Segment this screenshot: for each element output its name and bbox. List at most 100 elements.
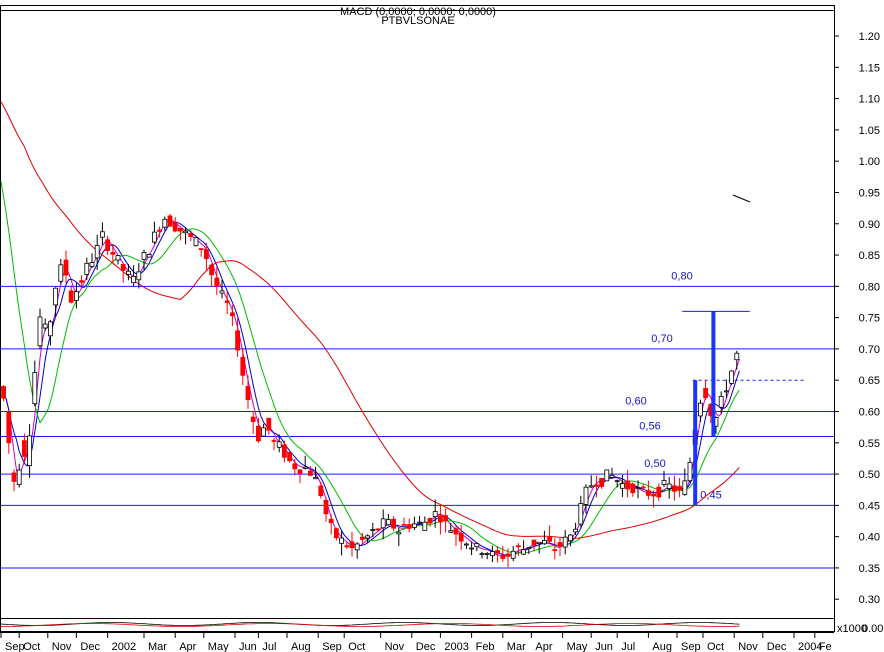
candle-body [157,229,163,232]
candle-body [1,386,7,399]
candle-body [672,485,677,492]
candle-body [370,529,376,531]
range-bar [711,311,716,437]
stray-mark [732,194,751,203]
candle-body [89,262,95,267]
y-tick-label: 0.90 [859,219,880,231]
x-tick-label: Nov [52,641,72,652]
candle-body [74,291,79,301]
range-bar [693,380,698,506]
y-tick-label: 1.20 [859,31,880,43]
candle-body [203,249,209,260]
candle-body [614,480,620,483]
candle-body [16,469,22,486]
candle-body [79,280,84,283]
candle-body [302,466,308,469]
oscillator-panel [0,618,835,632]
candle-body [339,537,345,544]
candle-body [42,323,48,329]
x-tick-label: Fe [819,641,832,652]
candle-body [188,233,194,238]
x-tick-label: Dec [416,641,436,652]
x-tick-label: 2002 [112,641,136,652]
candle-body [630,483,636,494]
candle-body [11,472,17,482]
y-tick-label: 1.15 [859,62,880,74]
y-tick-label: 0.45 [859,500,880,512]
candle-body [344,545,350,548]
candle-body [495,550,501,554]
oscillator-value-label: 0.00 [862,623,883,635]
y-tick-label: 0.95 [859,187,880,199]
candle-body [333,528,339,539]
candle-body [151,231,157,243]
x-tick-label: Jun [595,641,613,652]
candle-body [37,316,43,347]
candle-body [609,474,615,478]
y-tick-label: 0.70 [859,344,880,356]
candle-body [146,254,152,258]
level-label: 0,45 [700,489,721,501]
candle-body [531,539,537,546]
candle-body [401,523,407,526]
candle-body [323,499,329,515]
level-label: 0,70 [651,333,672,345]
candle-body [126,270,131,275]
candle-body [411,523,417,528]
x-tick-label: May [208,641,229,652]
candle-body [677,486,682,491]
x-tick-label: Aug [652,641,672,652]
candle-body [573,528,578,533]
candle-body [167,215,173,227]
candle-body [427,518,433,524]
level-label: 0,80 [671,270,692,282]
candle-body [281,444,287,458]
candle-body [443,515,449,522]
candle-body [193,237,199,247]
candle-body [115,255,121,261]
candle-body [536,541,542,545]
candle-body [219,290,225,294]
candle-body [562,536,568,548]
candle-body [21,440,27,457]
candle-body [729,370,734,384]
candle-body [245,386,251,401]
candle-body [510,550,516,559]
x-tick-label: Jul [262,641,276,652]
candle-body [594,484,599,487]
candle-body [547,536,552,542]
candle-body [682,480,688,495]
candle-body [266,417,272,431]
candle-body [172,221,178,232]
y-tick-label: 0.85 [859,250,880,262]
x-tick-label: Mar [148,641,167,652]
candle-body [162,218,168,228]
candle-body [542,539,547,545]
candle-body [463,543,469,546]
candle-body [58,264,64,282]
ma-long-line [0,101,740,539]
stock-chart: MACD (0,0000; 0,0000; 0,0000) PTBVLSONAE… [0,5,883,652]
ma-green-line [0,181,740,554]
y-tick-label: 0.80 [859,281,880,293]
x-tick-label: May [567,641,588,652]
candle-body [656,486,662,498]
candle-body [406,524,412,529]
candle-body [120,264,126,271]
y-tick-label: 0.40 [859,532,880,544]
candle-body [489,551,495,557]
candle-body [261,427,267,437]
x-tick-label: Aug [291,641,311,652]
x-tick-label: Jun [239,641,257,652]
candle-body [209,264,215,276]
candle-body [318,485,324,497]
candle-body [100,231,105,238]
candle-body [271,440,277,442]
candle-body [469,547,475,550]
candle-body [385,519,391,526]
candle-body [276,441,282,448]
candle-body [68,290,74,303]
candle-body [183,230,189,234]
candle-body [583,486,589,505]
candle-body [32,372,38,405]
